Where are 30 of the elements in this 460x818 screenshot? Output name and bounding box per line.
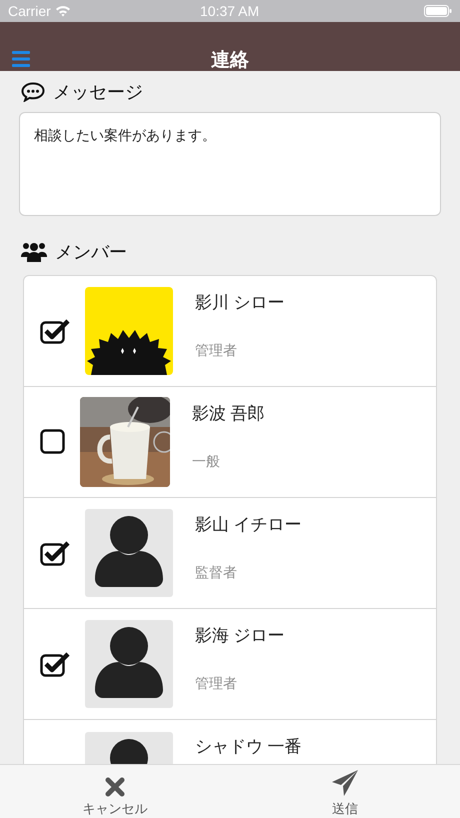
clock-label: 10:37 AM <box>200 2 260 20</box>
checkbox[interactable] <box>40 429 66 455</box>
checkbox[interactable] <box>40 540 70 566</box>
avatar-placeholder-icon <box>85 509 173 597</box>
member-role: 監督者 <box>195 562 238 582</box>
battery-icon <box>424 5 452 17</box>
member-name: 影波 吾郎 <box>192 403 265 425</box>
member-role: 管理者 <box>195 674 238 692</box>
member-role: 一般 <box>192 452 221 470</box>
checkbox[interactable] <box>40 651 70 677</box>
member-name: 影川 シロー <box>195 292 285 314</box>
section-heading: メンバー <box>55 240 127 264</box>
send-button[interactable]: 送信 <box>230 765 460 818</box>
paper-plane-icon <box>331 768 359 796</box>
avatar-placeholder-icon <box>85 620 173 708</box>
member-name: 影海 ジロー <box>195 625 285 647</box>
group-icon <box>21 241 47 263</box>
member-name: 影山 イチロー <box>195 514 302 536</box>
section-heading: メッセージ <box>53 80 143 104</box>
cancel-button[interactable]: キャンセル <box>0 765 230 818</box>
wifi-icon <box>54 5 71 17</box>
speech-bubble-icon <box>21 82 45 102</box>
close-icon <box>105 776 125 796</box>
message-field[interactable]: 相談したい案件があります。 <box>19 112 441 216</box>
checkbox[interactable] <box>40 318 70 344</box>
screen-title: 連絡 <box>211 51 249 70</box>
member-name: シャドウ 一番 <box>195 736 302 758</box>
carrier-label: Carrier <box>8 2 51 20</box>
member-role: 管理者 <box>195 340 238 360</box>
menu-icon[interactable] <box>12 51 30 67</box>
